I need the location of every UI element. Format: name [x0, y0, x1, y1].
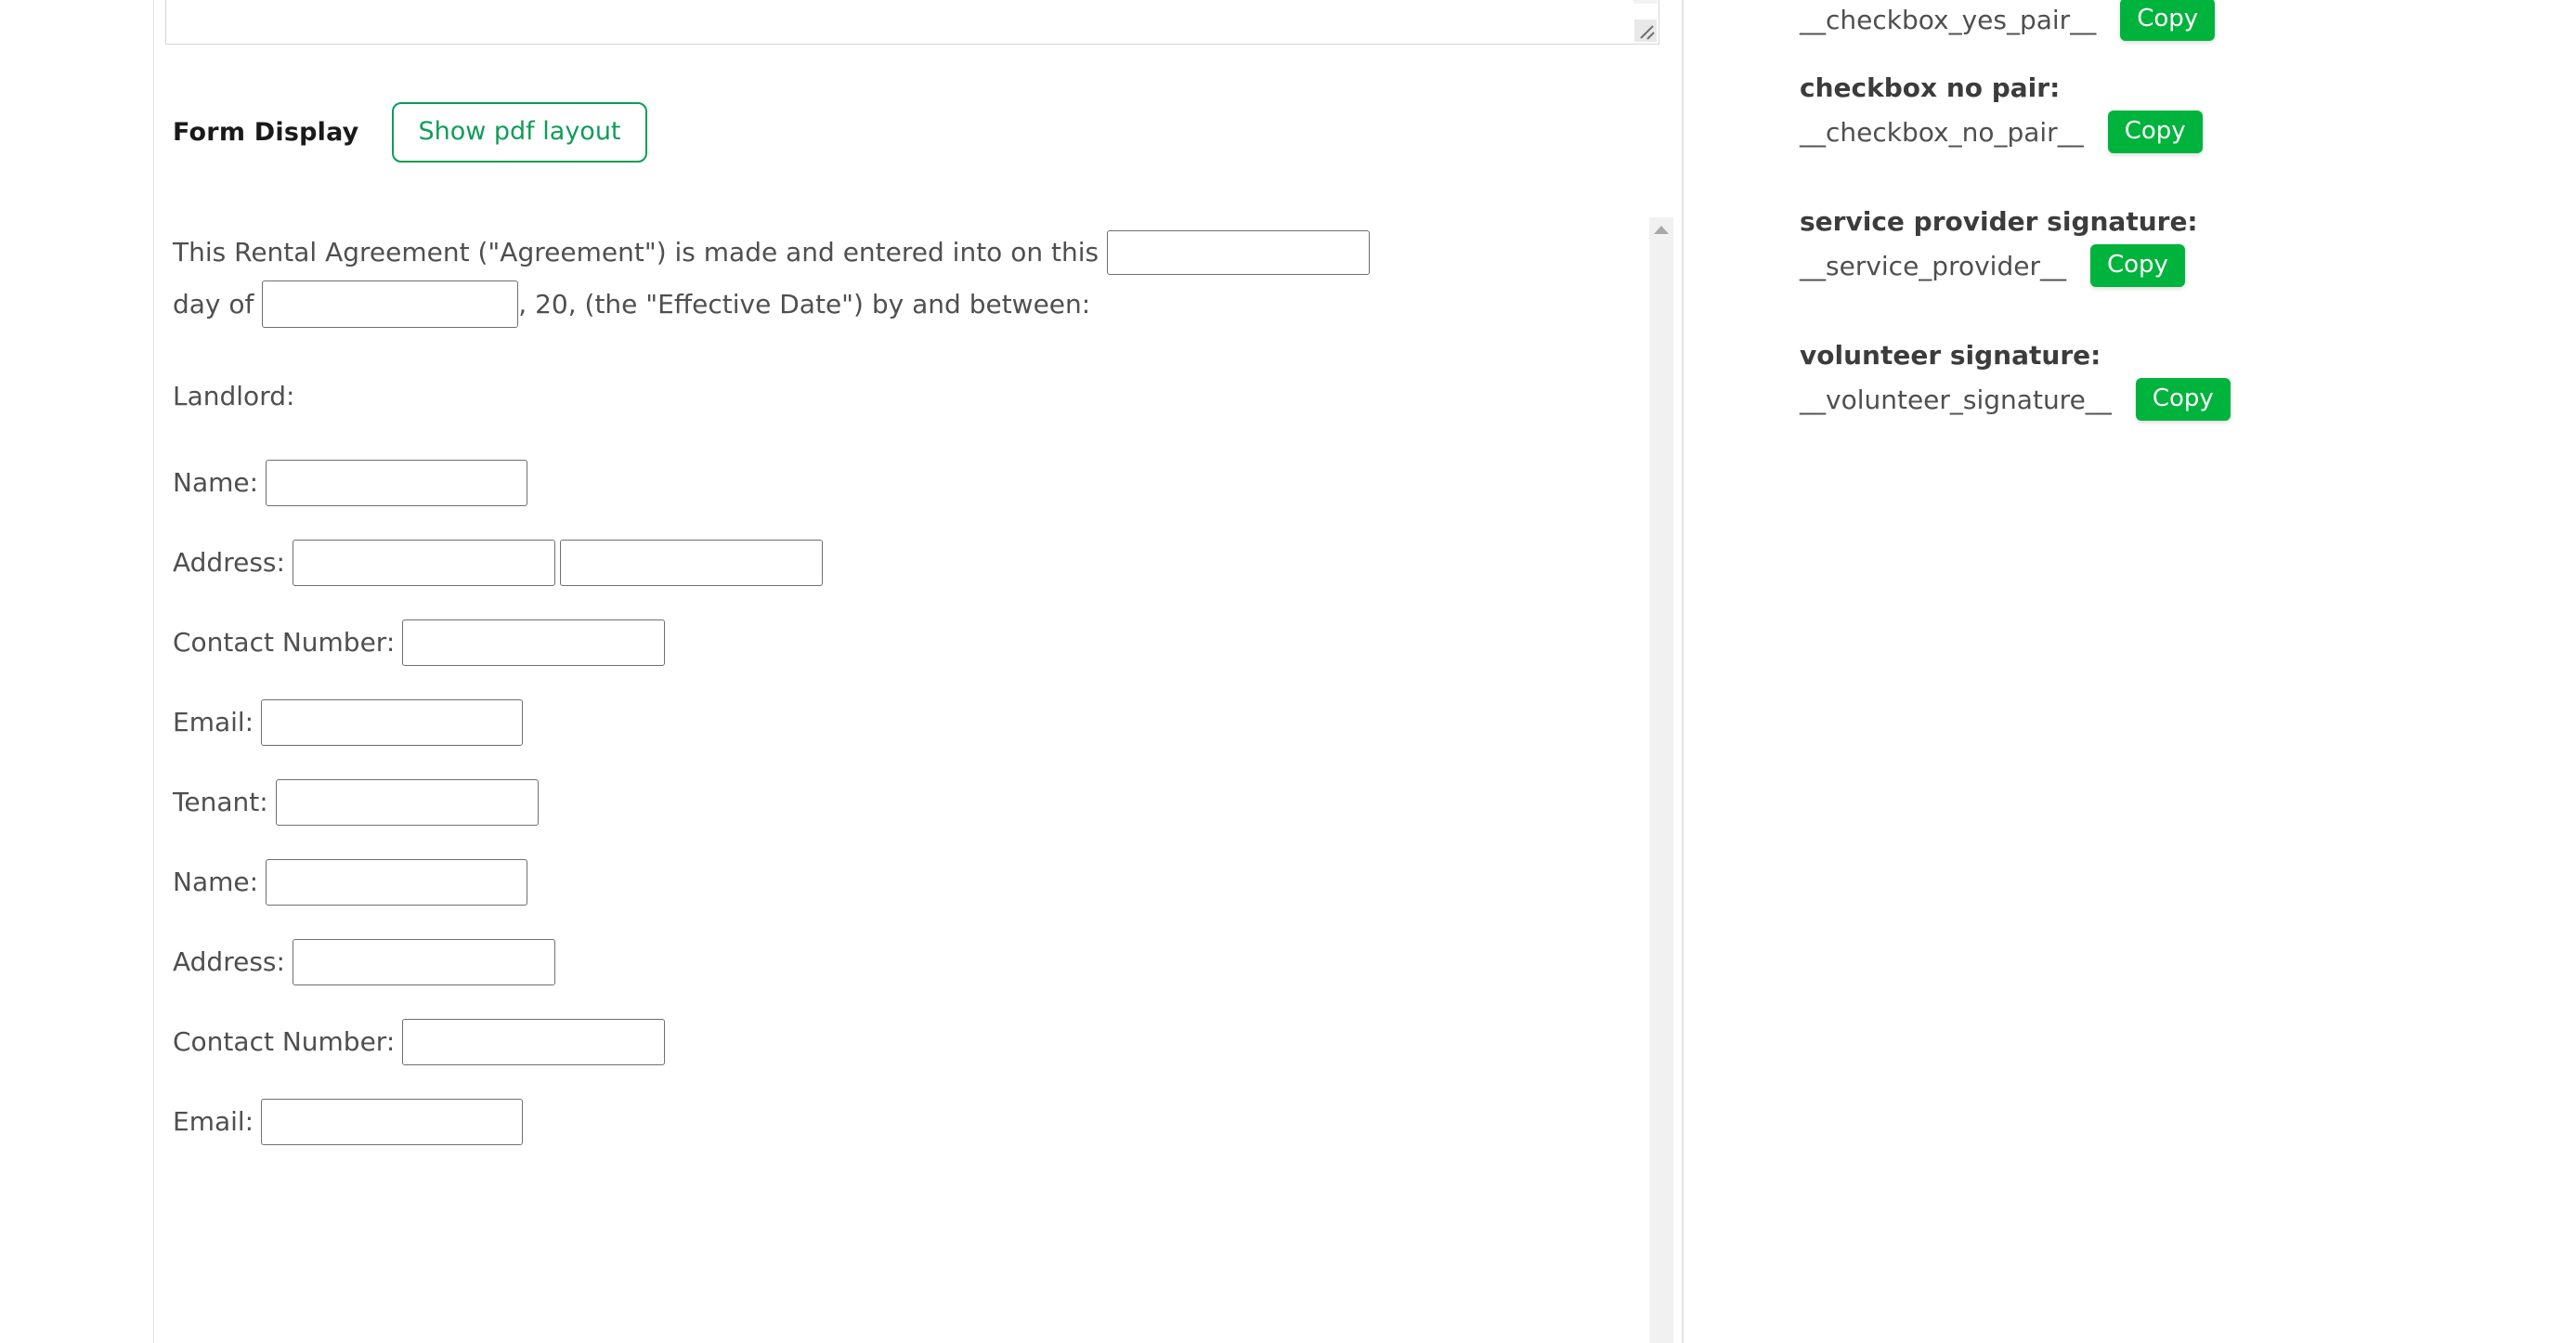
landlord-contact-row: Contact Number:	[154, 619, 1640, 666]
app-root: Form Display Show pdf layout This Rental…	[0, 0, 2576, 1343]
tenant-email-input[interactable]	[261, 1099, 524, 1145]
form-preview-scrollbar[interactable]	[1649, 217, 1673, 1343]
scroll-up-arrow-icon[interactable]	[1649, 217, 1673, 241]
landlord-name-input[interactable]	[266, 460, 528, 506]
agreement-intro: This Rental Agreement ("Agreement") is m…	[154, 230, 1640, 328]
landlord-email-input[interactable]	[261, 699, 524, 746]
tenant-label: Tenant:	[173, 787, 268, 817]
intro-line-2: day of , 20, (the "Effective Date") by a…	[173, 280, 1640, 328]
form-display-label: Form Display	[173, 118, 359, 147]
tenant-row: Tenant:	[154, 779, 1640, 826]
show-pdf-layout-button[interactable]: Show pdf layout	[392, 102, 647, 163]
tenant-address-label: Address:	[173, 946, 285, 977]
token-value-checkbox-no-pair: __checkbox_no_pair__	[1800, 116, 2084, 148]
tenant-address-row: Address:	[154, 939, 1640, 985]
landlord-address-input-2[interactable]	[559, 540, 823, 586]
landlord-name-row: Name:	[154, 460, 1640, 506]
token-title-checkbox-no-pair: checkbox no pair:	[1800, 72, 2061, 103]
copy-button-service-provider[interactable]: Copy	[2089, 244, 2185, 287]
tenant-email-row: Email:	[154, 1099, 1640, 1145]
token-block-checkbox-no-pair: checkbox no pair: __checkbox_no_pair__ C…	[1800, 72, 2203, 153]
tenant-name-row: Name:	[154, 859, 1640, 906]
landlord-heading: Landlord:	[173, 381, 295, 411]
intro-line-1: This Rental Agreement ("Agreement") is m…	[173, 230, 1640, 275]
token-value-checkbox-yes-pair: __checkbox_yes_pair__	[1800, 4, 2097, 35]
tenant-contact-input[interactable]	[402, 1019, 666, 1065]
landlord-contact-input[interactable]	[402, 619, 666, 666]
month-input[interactable]	[262, 280, 519, 328]
copy-button-checkbox-no-pair[interactable]: Copy	[2107, 111, 2203, 153]
form-preview-panel: This Rental Agreement ("Agreement") is m…	[154, 208, 1682, 1343]
placeholder-sidebar: __checkbox_yes_pair__ Copy checkbox no p…	[1684, 0, 2576, 1343]
landlord-contact-label: Contact Number:	[173, 627, 396, 658]
tenant-input[interactable]	[275, 779, 539, 826]
landlord-heading-row: Landlord:	[154, 384, 1640, 410]
landlord-address-row: Address:	[154, 540, 1640, 586]
tenant-email-label: Email:	[173, 1106, 254, 1137]
landlord-email-row: Email:	[154, 699, 1640, 746]
landlord-address-label: Address:	[173, 547, 285, 578]
textarea-resize-grip-icon[interactable]	[1634, 20, 1657, 42]
form-display-header: Form Display Show pdf layout	[173, 102, 647, 163]
token-title-service-provider: service provider signature:	[1800, 206, 2198, 237]
scroll-down-arrow-icon[interactable]	[1633, 0, 1658, 4]
intro-text-2: day of	[173, 288, 254, 319]
token-block-checkbox-yes-pair: __checkbox_yes_pair__ Copy	[1800, 0, 2216, 41]
tenant-contact-label: Contact Number:	[173, 1026, 396, 1057]
rental-agreement-document: This Rental Agreement ("Agreement") is m…	[154, 208, 1640, 1145]
landlord-address-input-1[interactable]	[292, 540, 555, 586]
token-value-service-provider: __service_provider__	[1800, 250, 2066, 281]
intro-text-1: This Rental Agreement ("Agreement") is m…	[173, 237, 1099, 267]
tenant-name-label: Name:	[173, 867, 259, 897]
template-textarea[interactable]	[165, 0, 1659, 45]
tenant-address-input[interactable]	[292, 939, 555, 985]
token-block-volunteer-signature: volunteer signature: __volunteer_signatu…	[1800, 340, 2231, 421]
day-ordinal-input[interactable]	[1106, 230, 1370, 275]
intro-text-3: , 20, (the "Effective Date") by and betw…	[518, 288, 1091, 319]
copy-button-volunteer-signature[interactable]: Copy	[2135, 378, 2231, 421]
landlord-name-label: Name:	[173, 467, 259, 498]
tenant-contact-row: Contact Number:	[154, 1019, 1640, 1065]
token-block-service-provider: service provider signature: __service_pr…	[1800, 206, 2198, 287]
token-title-volunteer-signature: volunteer signature:	[1800, 340, 2101, 371]
tenant-name-input[interactable]	[266, 859, 528, 906]
token-value-volunteer-signature: __volunteer_signature__	[1800, 384, 2112, 415]
copy-button-checkbox-yes-pair[interactable]: Copy	[2120, 0, 2216, 41]
landlord-email-label: Email:	[173, 707, 254, 737]
